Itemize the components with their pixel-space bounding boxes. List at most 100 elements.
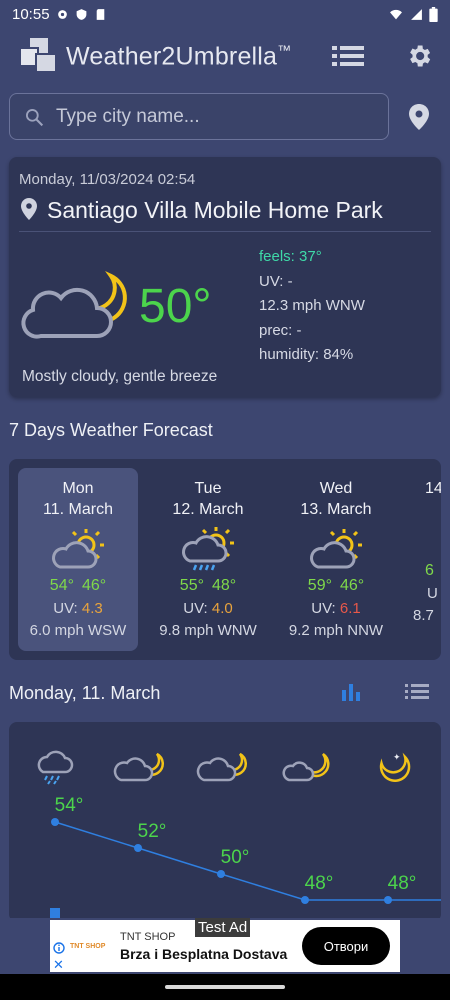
app-logo-icon (20, 38, 57, 73)
low-temp: 48° (212, 577, 237, 594)
search-input[interactable] (56, 101, 376, 133)
day-wind: 6.0 mph WSW (29, 622, 127, 639)
temperature-point (217, 870, 225, 878)
temperature-point (134, 844, 142, 852)
wifi-icon (390, 9, 402, 19)
location-pin-icon (21, 198, 37, 220)
temperature-label: 48° (305, 873, 334, 894)
ad-logo: TNT SHOP (70, 943, 106, 950)
ad-headline: Brza i Besplatna Dostava (120, 946, 288, 962)
low-temp: 46° (340, 577, 365, 594)
temperature-label: 48° (388, 873, 417, 894)
cloud-rain-icon (37, 750, 74, 785)
info-icon[interactable] (53, 942, 65, 954)
wind-speed: 12.3 mph WNW (259, 297, 365, 314)
system-nav-bar (0, 974, 450, 1000)
forecast-title: 7 Days Weather Forecast (9, 420, 213, 440)
feels-like: feels: 37° (259, 248, 322, 265)
search-box[interactable] (9, 93, 389, 140)
uv-label: UV: (311, 600, 336, 617)
uv-index: UV: - (259, 272, 293, 290)
partly-cloudy-icon (52, 529, 104, 569)
day-uv: UV: 4.3 (18, 600, 138, 617)
ad-open-button[interactable]: Отвори (302, 927, 390, 965)
uv-value: 4.3 (81, 600, 103, 617)
day-uv: UV: 4.0 (148, 600, 268, 617)
high-temp: 55° (179, 577, 204, 594)
high-temp: 54° (49, 577, 74, 594)
app-title: Weather2Umbrella™ (66, 42, 291, 71)
home-gesture-handle[interactable] (165, 985, 285, 989)
ad-advertiser: TNT SHOP (120, 931, 176, 943)
status-bar: 10:55 (0, 0, 450, 28)
high-temp: 59° (307, 577, 332, 594)
day-wind: 9.2 mph NNW (288, 622, 384, 639)
day-name: Tue (194, 480, 222, 497)
settings-notification-icon (57, 9, 67, 19)
temperature-label: 54° (55, 795, 84, 816)
hourly-chart-card[interactable]: ✦ 54° 52° 50° 48° 48° (9, 722, 441, 922)
search-icon (26, 109, 44, 127)
high-temp: 6 (425, 562, 434, 579)
day-temperatures: 6 (405, 562, 441, 580)
gear-icon[interactable] (405, 42, 433, 70)
day-uv: UV: 6.1 (276, 600, 396, 617)
day-name: Wed (319, 480, 353, 497)
day-date: 11. March (43, 501, 113, 518)
trademark-symbol: ™ (277, 42, 292, 58)
close-icon[interactable]: ✕ (53, 957, 64, 973)
day-name: Mon (62, 480, 94, 497)
day-icon-placeholder (405, 498, 441, 556)
current-datetime: Monday, 11/03/2024 02:54 (19, 171, 196, 188)
partly-cloudy-rain-icon (182, 527, 234, 571)
day-date: 14 (425, 480, 441, 497)
shield-notification-icon (76, 8, 86, 20)
forecast-strip[interactable]: Mon 11. March 54° 46° UV: 4.3 6.0 mph WSW… (9, 459, 441, 660)
temperature-point (301, 896, 309, 904)
cell-signal-icon (411, 8, 422, 20)
current-weather-card: Monday, 11/03/2024 02:54 Santiago Villa … (9, 157, 441, 397)
uv-value: 4.0 (211, 600, 233, 617)
humidity: humidity: 84% (259, 346, 354, 363)
status-left: 10:55 (12, 6, 107, 23)
day-date: 12. March (172, 501, 244, 518)
bar-chart-icon[interactable] (341, 682, 361, 702)
forecast-day-card[interactable]: Wed 13. March 59° 46° UV: 6.1 9.2 mph NNW (276, 468, 396, 651)
uv-value: 6.1 (339, 600, 361, 617)
ad-banner[interactable]: Test Ad ✕ TNT SHOP TNT SHOP Brza i Bespl… (50, 918, 400, 973)
temperature-point (384, 896, 392, 904)
day-wind: 9.8 mph WNW (159, 622, 257, 639)
selected-day-title: Monday, 11. March (9, 683, 161, 703)
forecast-day-card[interactable]: Tue 12. March 55° 48° UV: 4.0 9.8 mph WNW (148, 468, 268, 651)
current-location: Santiago Villa Mobile Home Park (47, 197, 383, 223)
menu-list-icon[interactable] (332, 44, 364, 68)
day-temperatures: 55° 48° (148, 577, 268, 595)
low-temp: 46° (82, 577, 107, 594)
hourly-temperature-chart: ✦ 54° 52° 50° 48° 48° (37, 750, 441, 922)
app-title-text: Weather2Umbrella (66, 42, 278, 71)
forecast-day-card[interactable]: Mon 11. March 54° 46° UV: 4.3 6.0 mph WSW (18, 468, 138, 651)
day-date: 13. March (300, 501, 372, 518)
uv-label: UV: (183, 600, 208, 617)
current-temperature: 50° (139, 280, 212, 333)
temperature-label: 52° (138, 821, 167, 842)
status-time: 10:55 (12, 5, 50, 23)
day-temperatures: 54° 46° (18, 577, 138, 595)
forecast-day-card-partial[interactable]: 14 6 U 8.7 (405, 468, 441, 651)
current-details: feels: 37° UV: - 12.3 mph WNW prec: - hu… (259, 245, 365, 368)
weather-description: Mostly cloudy, gentle breeze (22, 368, 218, 385)
app-header: Weather2Umbrella™ (0, 32, 450, 80)
sd-card-icon (96, 8, 104, 20)
ad-label: Test Ad (195, 918, 251, 937)
partly-cloudy-icon (310, 529, 362, 569)
moon-stars-icon: ✦ (379, 752, 411, 782)
divider (19, 231, 431, 232)
list-view-icon[interactable] (405, 684, 429, 700)
uv-label: UV: (53, 600, 78, 617)
cloud-moon-icon (196, 752, 247, 782)
battery-icon (429, 6, 438, 22)
temperature-label: 50° (221, 847, 250, 868)
cloud-moon-icon (282, 752, 330, 782)
hourly-plot: 54° 52° 50° 48° 48° (51, 795, 441, 904)
location-pin-icon[interactable] (408, 104, 430, 130)
